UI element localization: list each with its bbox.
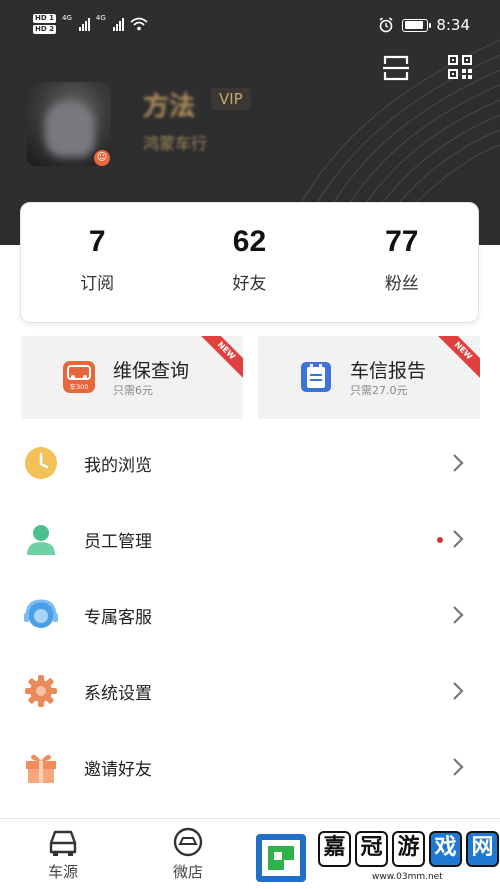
hd1-label: HD 1 [33, 14, 56, 23]
car300-text: 车300 [70, 382, 89, 391]
stat-followers[interactable]: 77 粉丝 [326, 203, 478, 322]
car-icon [49, 830, 77, 856]
clock-time: 8:34 [436, 16, 470, 34]
stat-value: 77 [385, 225, 419, 258]
headset-icon [24, 599, 58, 628]
site-logo-icon [256, 834, 306, 882]
nav-label: 微店 [172, 863, 203, 881]
menu-label: 专属客服 [84, 608, 152, 628]
chevron-right-icon [453, 606, 464, 624]
stat-label: 订阅 [80, 274, 115, 294]
gift-icon [26, 754, 56, 783]
service-car-report[interactable]: 车信报告 只需27.0元 NEW [258, 336, 480, 419]
service-maintenance-query[interactable]: 车300 维保查询 只需6元 NEW [21, 336, 243, 419]
hd-indicators: HD 1 HD 2 [33, 14, 56, 34]
status-left: HD 1 HD 2 4G 4G [33, 14, 148, 34]
vip-badge[interactable]: VIP [211, 88, 251, 110]
nav-tab-car-source[interactable]: 车源 [23, 827, 103, 882]
new-ribbon: NEW [433, 336, 480, 381]
person-icon [27, 525, 55, 555]
stat-subscriptions[interactable]: 7 订阅 [21, 203, 173, 322]
menu-item-browsing-history[interactable]: 我的浏览 [0, 428, 500, 504]
watermark-char: 网 [466, 831, 499, 867]
stats-card: 7 订阅 62 好友 77 粉丝 [20, 202, 479, 323]
car-report-icon: 车300 [63, 361, 95, 393]
nav-label: 车源 [47, 863, 78, 881]
stat-label: 粉丝 [384, 274, 419, 294]
site-watermark: 嘉 冠 游 戏 网 www.03mm.net [252, 829, 500, 889]
report-icon [301, 362, 331, 392]
service-subtitle: 只需6元 [113, 384, 153, 397]
menu-item-staff-management[interactable]: 员工管理 [0, 504, 500, 580]
menu-item-system-settings[interactable]: 系统设置 [0, 656, 500, 732]
menu-label: 我的浏览 [84, 456, 152, 476]
signal-icon [78, 17, 90, 31]
stat-value: 62 [232, 225, 267, 258]
status-right: 8:34 [378, 16, 470, 34]
stat-friends[interactable]: 62 好友 [173, 203, 325, 322]
stat-value: 7 [88, 225, 106, 258]
menu-item-invite-friends[interactable]: 邀请好友 [0, 732, 500, 808]
battery-icon [402, 18, 432, 32]
clock-icon [25, 447, 57, 479]
service-title: 维保查询 [113, 360, 190, 382]
watermark-text: 嘉 冠 游 戏 网 [318, 831, 499, 867]
wifi-icon [130, 17, 148, 31]
stat-label: 好友 [232, 274, 267, 294]
hd2-label: HD 2 [33, 25, 56, 34]
qr-code-icon[interactable] [447, 54, 473, 80]
watermark-url: www.03mm.net [372, 872, 443, 882]
network-label-2: 4G [95, 14, 106, 22]
network-label-1: 4G [61, 14, 72, 22]
user-name: 方法 [143, 92, 196, 122]
chevron-right-icon [453, 758, 464, 776]
chevron-right-icon [453, 682, 464, 700]
nav-tab-micro-shop[interactable]: 微店 [148, 827, 228, 882]
watermark-char: 游 [392, 831, 425, 867]
notification-dot [437, 537, 443, 543]
alarm-icon [379, 17, 393, 33]
watermark-char: 嘉 [318, 831, 351, 867]
chevron-right-icon [453, 454, 464, 472]
service-subtitle: 只需27.0元 [350, 384, 408, 397]
user-shop-name: 鸿蒙车行 [143, 134, 208, 153]
menu-label: 员工管理 [84, 532, 152, 552]
status-bar: HD 1 HD 2 4G 4G 8:34 [0, 12, 500, 42]
menu-item-customer-service[interactable]: 专属客服 [0, 580, 500, 656]
service-title: 车信报告 [350, 360, 427, 382]
watermark-char: 戏 [429, 831, 462, 867]
gear-icon [25, 675, 57, 707]
signal-icon [112, 17, 124, 31]
scan-icon[interactable] [382, 54, 410, 82]
chevron-right-icon [453, 530, 464, 548]
shop-icon [173, 827, 203, 857]
watermark-char: 冠 [355, 831, 388, 867]
menu-label: 邀请好友 [84, 760, 152, 780]
avatar-badge: ☺ [92, 148, 112, 168]
new-ribbon: NEW [196, 336, 243, 381]
menu-label: 系统设置 [84, 684, 152, 704]
